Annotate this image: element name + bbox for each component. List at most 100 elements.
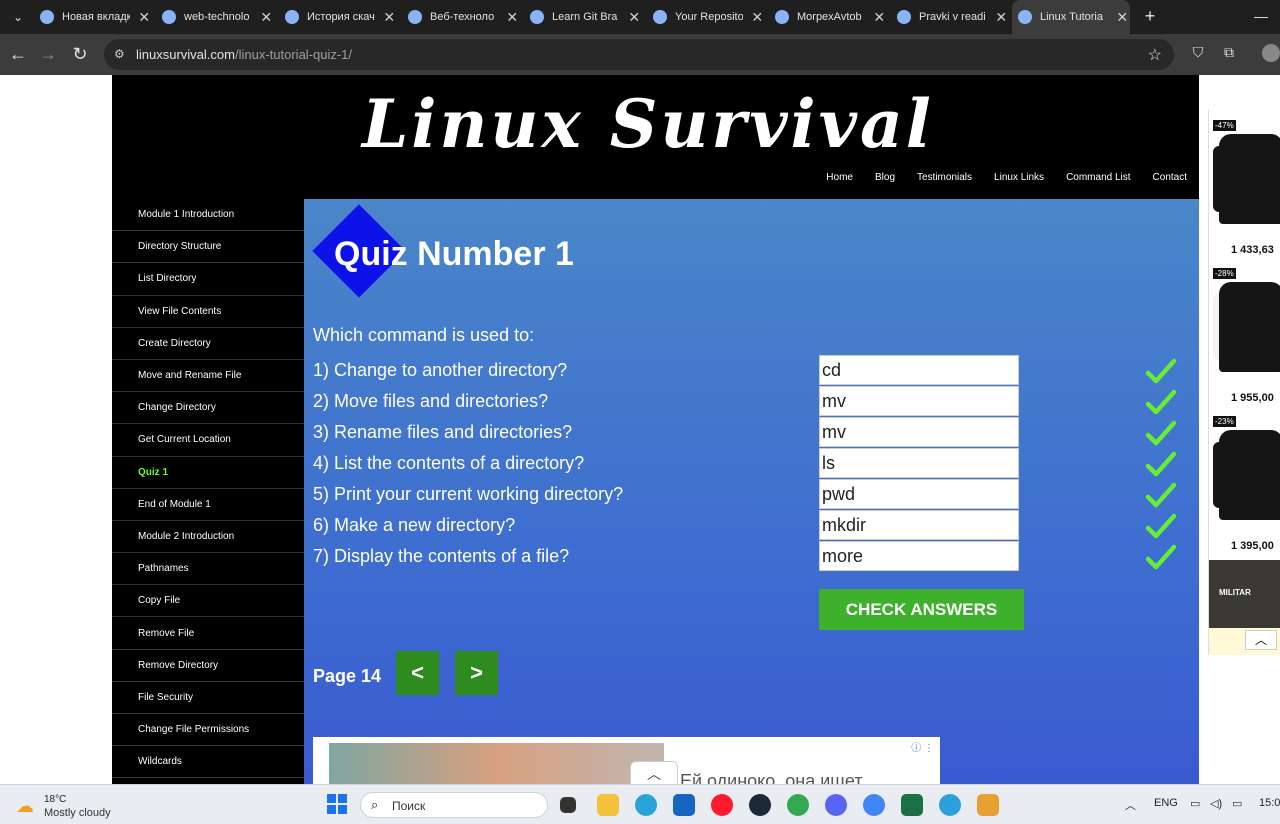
correct-check-icon: [1145, 389, 1177, 415]
answer-input[interactable]: more: [819, 541, 1019, 571]
new-tab-plus-icon[interactable]: +: [1140, 6, 1160, 26]
site-logo[interactable]: Linux Survival: [362, 85, 934, 163]
tab-close-icon[interactable]: ✕: [136, 9, 152, 26]
tray-chevron-icon[interactable]: ︿: [1125, 797, 1136, 813]
tab-close-icon[interactable]: ✕: [871, 9, 887, 26]
language-indicator[interactable]: ENG: [1154, 797, 1178, 809]
sidebar-item[interactable]: Move and Rename File: [112, 360, 304, 393]
discord-icon[interactable]: [825, 794, 847, 816]
sidebar-item[interactable]: Pathnames: [112, 553, 304, 586]
answer-input[interactable]: pwd: [819, 479, 1019, 509]
tab-close-icon[interactable]: ✕: [626, 9, 642, 26]
file-explorer-icon[interactable]: [597, 794, 619, 816]
telegram-icon[interactable]: [939, 794, 961, 816]
sidebar-item[interactable]: List Directory: [112, 263, 304, 296]
edge-browser-icon[interactable]: [635, 794, 657, 816]
nav-link[interactable]: Linux Links: [994, 172, 1044, 183]
sidebar-item[interactable]: End of Module 1: [112, 489, 304, 521]
sidebar-item[interactable]: Change Directory: [112, 392, 304, 425]
volume-icon[interactable]: ◁): [1210, 797, 1222, 810]
sidebar-item[interactable]: Module 1 Introduction: [112, 199, 304, 232]
task-view-icon[interactable]: [560, 797, 576, 813]
tab-close-icon[interactable]: ✕: [1114, 9, 1130, 26]
answer-input[interactable]: mv: [819, 417, 1019, 447]
browser-tab[interactable]: История скач ✕: [279, 0, 397, 34]
site-info-icon[interactable]: ⚙: [114, 47, 128, 61]
extensions-puzzle-icon[interactable]: ⧉: [1219, 44, 1239, 64]
git-kraken-icon[interactable]: [977, 794, 999, 816]
browser-tab[interactable]: Pravki v readi ✕: [891, 0, 1009, 34]
nav-link[interactable]: Contact: [1153, 172, 1187, 183]
taskbar-search[interactable]: ⌕ Поиск: [360, 792, 548, 818]
outlook-icon[interactable]: [673, 794, 695, 816]
sidebar-item[interactable]: Change File Permissions: [112, 714, 304, 747]
browser-tab[interactable]: MorpexAvtob ✕: [769, 0, 887, 34]
price-label: 1 955,00: [1231, 392, 1274, 404]
check-answers-button[interactable]: CHECK ANSWERS: [819, 589, 1024, 630]
browser-tab[interactable]: web-technolo ✕: [156, 0, 274, 34]
back-arrow-icon[interactable]: ←: [6, 42, 30, 66]
nav-link[interactable]: Testimonials: [917, 172, 972, 183]
sidebar-menu: Module 1 Introduction Directory Structure…: [112, 199, 304, 784]
advertisement-banner[interactable]: ⓘ ⋮ Ей одиноко, она ищет: [313, 737, 940, 784]
nav-link[interactable]: Home: [826, 172, 853, 183]
sidebar-item[interactable]: Directory Structure: [112, 231, 304, 264]
next-page-button[interactable]: >: [455, 651, 498, 695]
answer-input[interactable]: mv: [819, 386, 1019, 416]
tab-close-icon[interactable]: ✕: [381, 9, 397, 26]
address-bar[interactable]: ⚙ linuxsurvival.com/linux-tutorial-quiz-…: [104, 39, 1174, 70]
reload-icon[interactable]: ↻: [68, 42, 92, 66]
tab-list-chevron-icon[interactable]: ⌄: [6, 5, 30, 29]
sidebar-item[interactable]: Remove Directory: [112, 650, 304, 682]
sidebar-item[interactable]: Copy File: [112, 585, 304, 618]
opera-icon[interactable]: [711, 794, 733, 816]
profile-avatar[interactable]: [1262, 44, 1280, 62]
browser-tab[interactable]: Linux Tutoria ✕: [1012, 0, 1130, 34]
sidebar-item[interactable]: Get Current Location: [112, 424, 304, 457]
sidebar-item[interactable]: View File Contents: [112, 296, 304, 328]
shield-extension-icon[interactable]: ⛉: [1188, 44, 1208, 64]
bookmark-star-icon[interactable]: ☆: [1148, 45, 1162, 65]
windows-start-icon[interactable]: [327, 794, 347, 814]
nav-link[interactable]: Blog: [875, 172, 895, 183]
network-icon[interactable]: ▭: [1190, 797, 1200, 810]
ad-info-icon[interactable]: ⓘ ⋮: [911, 739, 934, 754]
minimize-icon[interactable]: —: [1254, 8, 1268, 24]
sidebar-item[interactable]: Create Directory: [112, 328, 304, 360]
steam-icon[interactable]: [749, 794, 771, 816]
sidebar-item[interactable]: Remove File: [112, 617, 304, 650]
chrome-icon[interactable]: [787, 794, 809, 816]
browser-tab[interactable]: Новая вкладк ✕: [34, 0, 152, 34]
answer-input[interactable]: cd: [819, 355, 1019, 385]
sidebar-item[interactable]: Module 2 Introduction: [112, 521, 304, 554]
tab-close-icon[interactable]: ✕: [258, 9, 274, 26]
tab-close-icon[interactable]: ✕: [993, 9, 1009, 26]
forward-arrow-icon[interactable]: →: [36, 42, 60, 66]
jacket-ad-item[interactable]: -23% 1 395,00: [1209, 412, 1280, 560]
browser-tab[interactable]: Your Reposito ✕: [647, 0, 765, 34]
tab-close-icon[interactable]: ✕: [504, 9, 520, 26]
previous-page-button[interactable]: <: [396, 651, 439, 695]
address-url[interactable]: linuxsurvival.com/linux-tutorial-quiz-1/: [136, 47, 352, 62]
tab-close-icon[interactable]: ✕: [749, 9, 765, 26]
excel-icon[interactable]: [901, 794, 923, 816]
military-ad-banner[interactable]: MILITAR: [1209, 560, 1280, 628]
collapse-chevron-icon[interactable]: ︿: [1245, 630, 1277, 650]
tab-favicon-icon: [162, 10, 176, 24]
browser-tab[interactable]: Learn Git Bra ✕: [524, 0, 642, 34]
side-advertisement[interactable]: MILITAR ︿ -47% 1 433,63 -28% 1 955,00 -23% 1 …: [1208, 110, 1280, 655]
jacket-ad-item[interactable]: -47% 1 433,63: [1209, 116, 1280, 264]
nav-link[interactable]: Command List: [1066, 172, 1130, 183]
question-text: 7) Display the contents of a file?: [313, 546, 570, 566]
answer-input[interactable]: ls: [819, 448, 1019, 478]
sidebar-item[interactable]: Wildcards: [112, 746, 304, 779]
clock[interactable]: 15:0: [1259, 797, 1280, 809]
jacket-ad-item[interactable]: -28% 1 955,00: [1209, 264, 1280, 412]
sidebar-item[interactable]: File Security: [112, 682, 304, 714]
chrome-beta-icon[interactable]: [863, 794, 885, 816]
answer-input[interactable]: mkdir: [819, 510, 1019, 540]
battery-icon[interactable]: ▭: [1232, 797, 1242, 810]
scroll-up-chevron-icon[interactable]: ︿: [630, 761, 678, 784]
sidebar-item[interactable]: Quiz 1: [112, 457, 304, 489]
browser-tab[interactable]: Веб-техноло ✕: [402, 0, 520, 34]
